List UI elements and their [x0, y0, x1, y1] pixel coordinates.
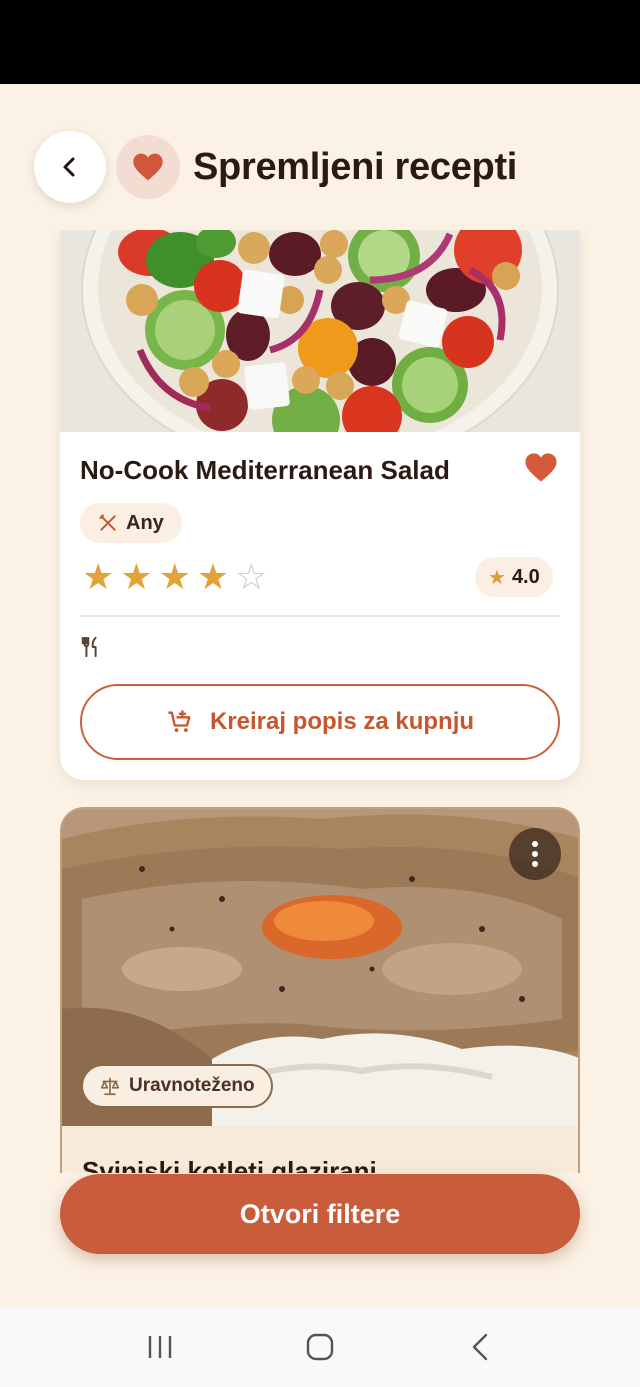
more-vertical-icon — [532, 841, 538, 847]
divider — [80, 615, 560, 617]
open-filters-button[interactable]: Otvori filtere — [60, 1174, 580, 1254]
rating-badge: ★ 4.0 — [475, 557, 553, 597]
star-empty-icon: ☆ — [235, 556, 268, 597]
star-rating: ★ ★ ★ ★ ☆ — [82, 559, 267, 595]
star-filled-icon: ★ — [82, 556, 115, 597]
favorite-button[interactable] — [524, 452, 560, 488]
recipe-title[interactable]: Svinjski kotleti glazirani — [82, 1156, 377, 1173]
recipe-card[interactable]: No-Cook Mediterranean Salad Any ★ ★ ★ ★ ☆ ★ … — [60, 230, 580, 780]
rating-value: 4.0 — [511, 565, 540, 588]
system-nav-bar — [0, 1307, 640, 1387]
chevron-left-icon — [63, 157, 75, 177]
scales-icon — [100, 1077, 120, 1096]
back-button[interactable] — [34, 131, 106, 203]
star-filled-icon: ★ — [158, 556, 191, 597]
add-to-cart-icon — [168, 710, 191, 733]
page-title: Spremljeni recepti — [193, 146, 518, 188]
recipe-list[interactable]: No-Cook Mediterranean Salad Any ★ ★ ★ ★ ☆ ★ … — [0, 230, 640, 1173]
create-shopping-list-label: Kreiraj popis za kupnju — [209, 708, 475, 735]
recipe-image — [60, 230, 580, 432]
home-button[interactable] — [290, 1322, 350, 1372]
heart-icon — [525, 453, 557, 482]
utensils-crossed-icon — [99, 514, 116, 531]
diet-chip: Uravnoteženo — [81, 1064, 273, 1108]
more-options-button[interactable] — [509, 828, 561, 880]
recipe-title[interactable]: No-Cook Mediterranean Salad — [80, 455, 450, 486]
meal-type-label: Any — [126, 511, 164, 534]
star-filled-icon: ★ — [196, 556, 230, 597]
recent-apps-button[interactable] — [130, 1322, 190, 1372]
back-icon — [472, 1333, 488, 1361]
star-filled-icon: ★ — [120, 556, 153, 597]
diet-label: Uravnoteženo — [129, 1075, 255, 1096]
star-icon: ★ — [488, 566, 506, 589]
meal-type-chip: Any — [80, 503, 182, 543]
header: Spremljeni recepti — [0, 84, 640, 230]
status-bar — [0, 0, 640, 84]
recipe-card[interactable]: Uravnoteženo Svinjski kotleti glazirani — [60, 807, 580, 1173]
fork-knife-icon — [80, 636, 102, 664]
home-icon — [306, 1333, 334, 1361]
open-filters-label: Otvori filtere — [239, 1198, 401, 1229]
system-back-button[interactable] — [450, 1322, 510, 1372]
heart-icon — [133, 153, 163, 181]
recent-apps-icon — [148, 1336, 172, 1358]
saved-heart-badge — [116, 135, 180, 199]
create-shopping-list-button[interactable]: Kreiraj popis za kupnju — [80, 684, 560, 760]
